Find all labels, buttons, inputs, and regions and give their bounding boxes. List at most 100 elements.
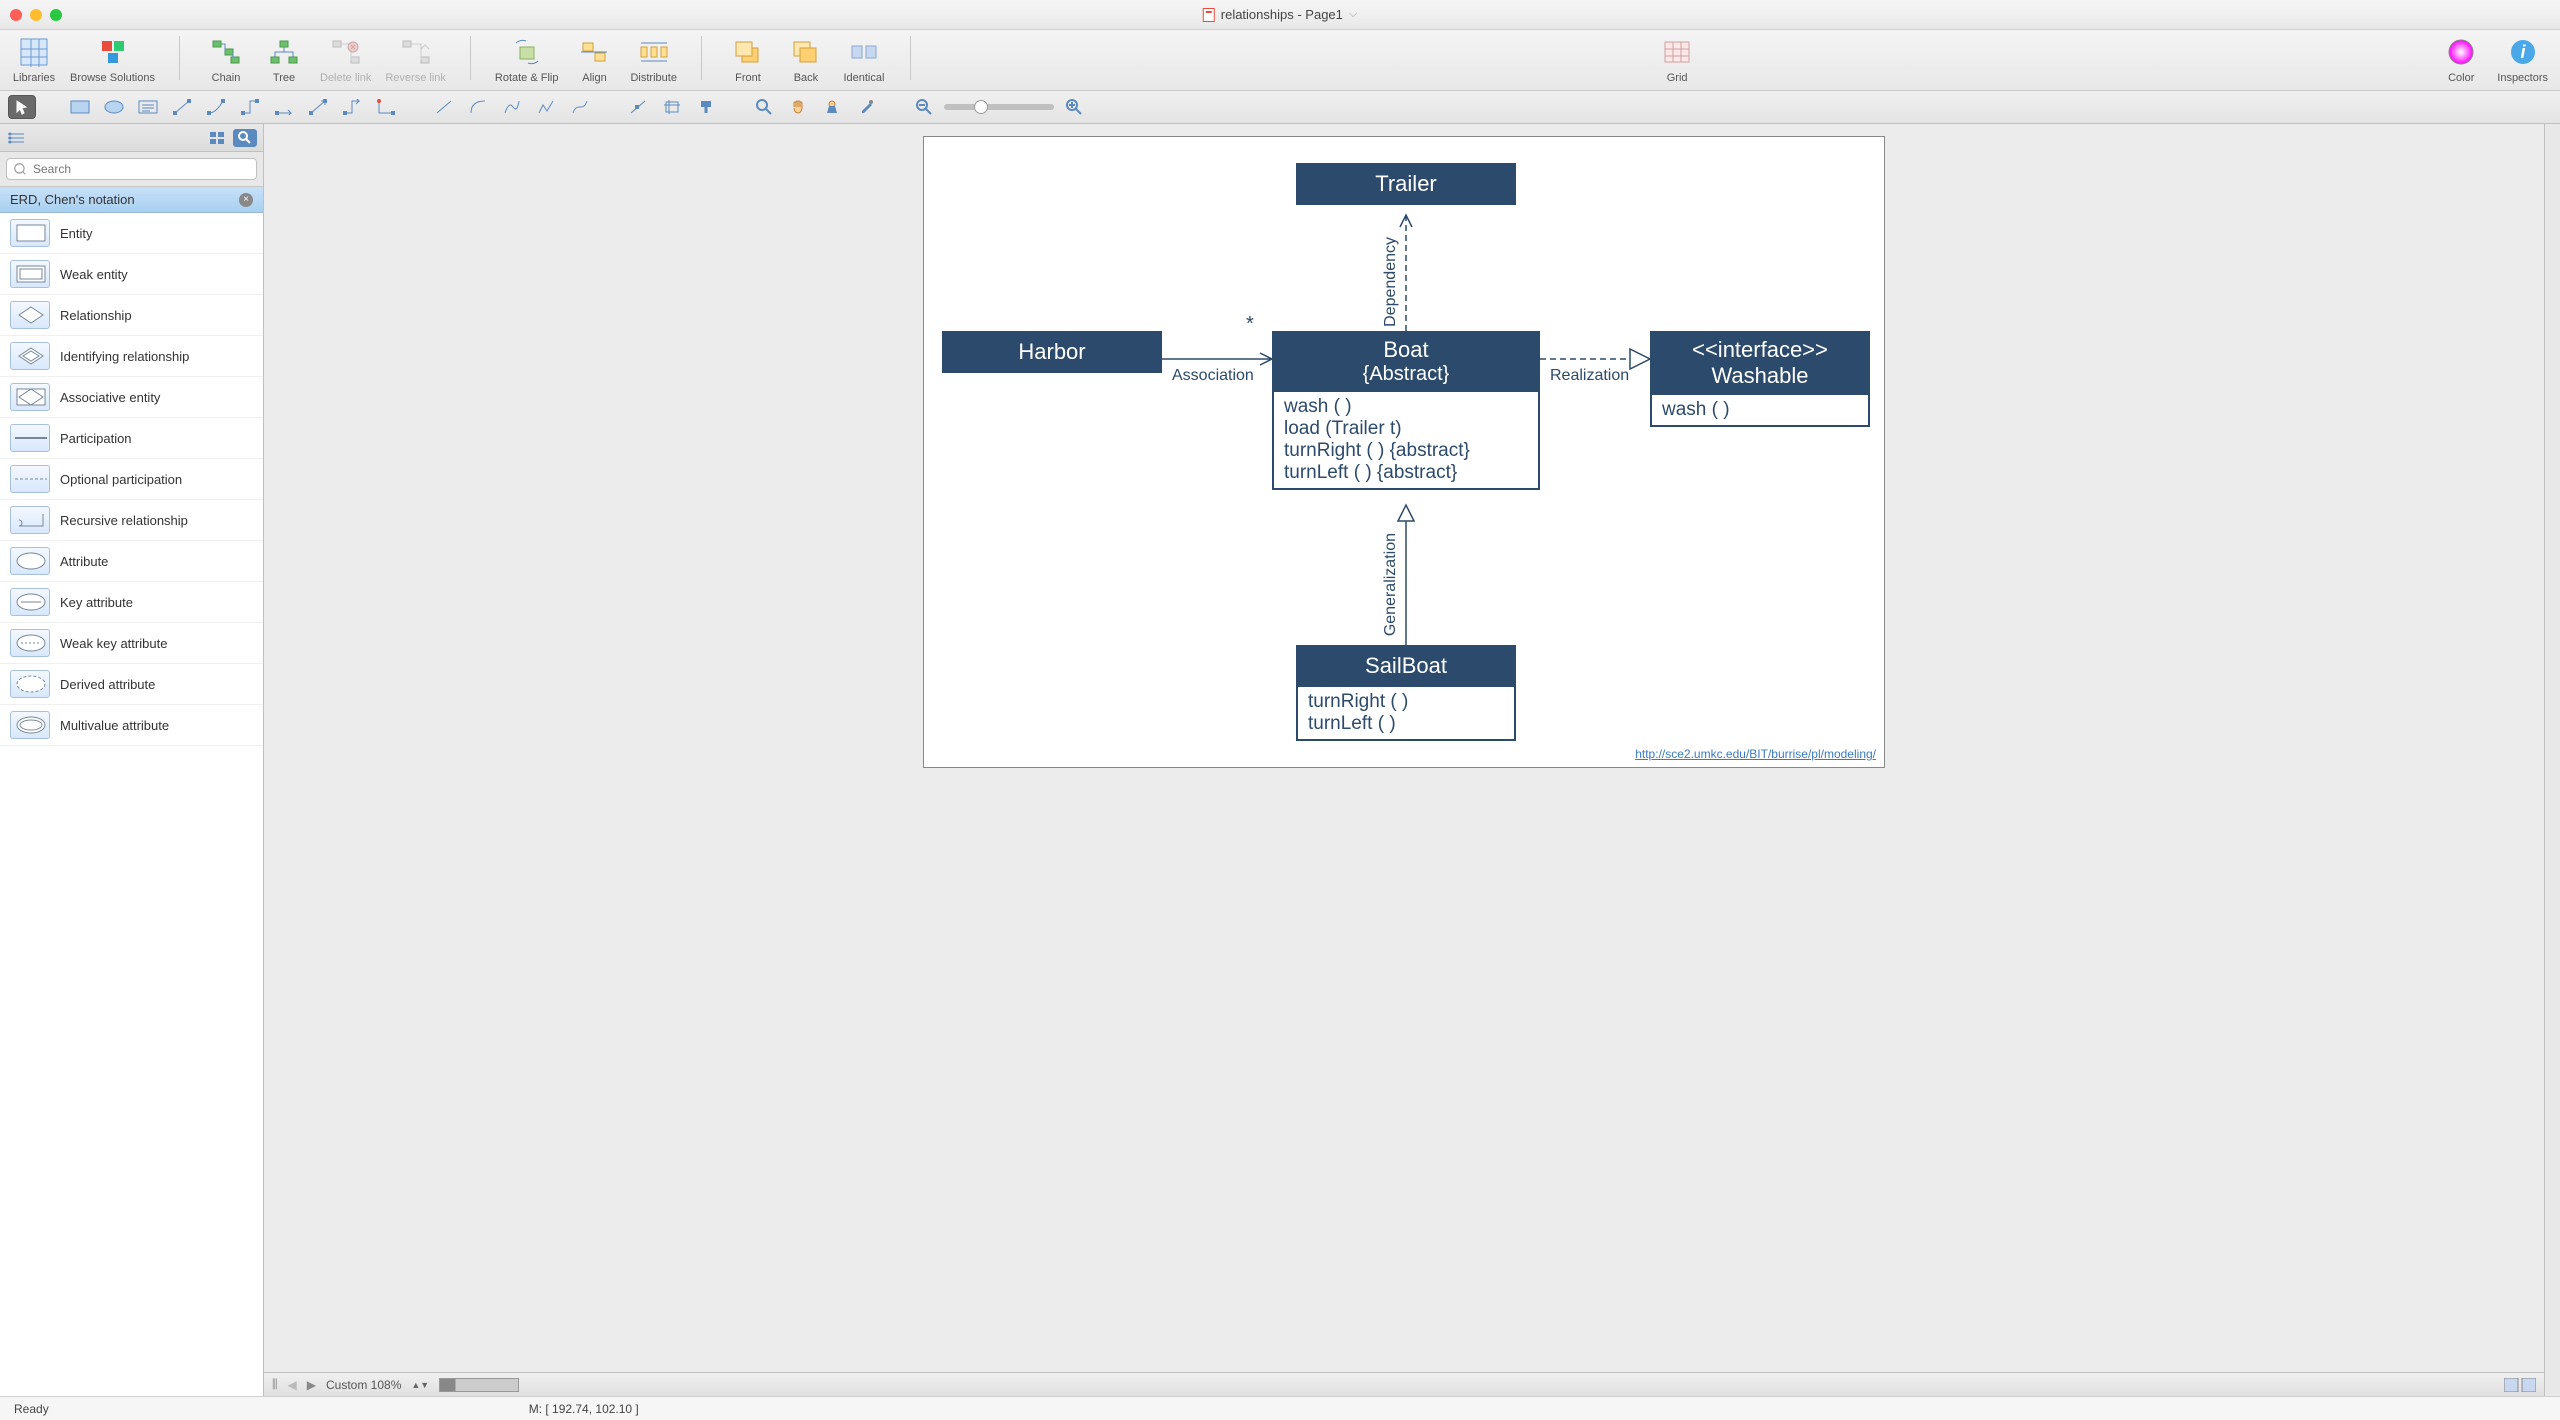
delete-link-button[interactable]: Delete link <box>320 36 371 84</box>
shape-item[interactable]: Key attribute <box>0 582 263 623</box>
source-link[interactable]: http://sce2.umkc.edu/BIT/burrise/pl/mode… <box>1635 747 1876 761</box>
category-name: ERD, Chen's notation <box>10 192 135 207</box>
bottom-bar: ⫼ ◀ ▶ Custom 108% ▲▼ <box>264 1372 2544 1396</box>
connector-6-tool[interactable] <box>338 95 366 119</box>
align-button[interactable]: Align <box>572 36 616 84</box>
tree-button[interactable]: Tree <box>262 36 306 84</box>
edit-points-tool[interactable] <box>624 95 652 119</box>
uml-boat[interactable]: Boat {Abstract} wash ( )load (Trailer t)… <box>1272 331 1540 490</box>
front-button[interactable]: Front <box>726 36 770 84</box>
zoom-out-button[interactable] <box>910 95 938 119</box>
uml-washable[interactable]: <<interface>> Washable wash ( ) <box>1650 331 1870 427</box>
sidebar-list-icon[interactable] <box>6 129 26 147</box>
category-close-icon[interactable]: × <box>239 193 253 207</box>
zoom-dropdown-icon[interactable]: ▲▼ <box>411 1380 429 1390</box>
uml-harbor[interactable]: Harbor <box>942 331 1162 373</box>
shape-item[interactable]: Recursive relationship <box>0 500 263 541</box>
connector-2-tool[interactable] <box>202 95 230 119</box>
distribute-label: Distribute <box>630 72 676 84</box>
connector-5-tool[interactable] <box>304 95 332 119</box>
window-close-button[interactable] <box>10 9 22 21</box>
back-button[interactable]: Back <box>784 36 828 84</box>
shape-label: Relationship <box>60 308 132 323</box>
window-minimize-button[interactable] <box>30 9 42 21</box>
libraries-button[interactable]: Libraries <box>12 36 56 84</box>
shape-item[interactable]: Derived attribute <box>0 664 263 705</box>
shape-item[interactable]: Participation <box>0 418 263 459</box>
eyedropper-tool[interactable] <box>852 95 880 119</box>
vertical-scrollbar[interactable] <box>2544 124 2560 1396</box>
sidebar-search-icon[interactable] <box>233 129 257 147</box>
zoom-label[interactable]: Custom 108% <box>326 1378 401 1392</box>
shape-thumb-icon <box>10 629 50 657</box>
shape-item[interactable]: Entity <box>0 213 263 254</box>
shape-label: Identifying relationship <box>60 349 189 364</box>
canvas[interactable]: Trailer Harbor Boat {Abstract} wash ( )l… <box>923 136 1885 768</box>
zoom-tool[interactable] <box>750 95 778 119</box>
ellipse-tool[interactable] <box>100 95 128 119</box>
shape-thumb-icon <box>10 342 50 370</box>
shape-item[interactable]: Identifying relationship <box>0 336 263 377</box>
pointer-tool[interactable] <box>8 95 36 119</box>
zoom-in-button[interactable] <box>1060 95 1088 119</box>
grid-button[interactable]: Grid <box>1655 36 1699 84</box>
line-tool[interactable] <box>430 95 458 119</box>
snap-tool[interactable] <box>818 95 846 119</box>
color-label: Color <box>2448 72 2474 84</box>
rotate-flip-button[interactable]: Rotate & Flip <box>495 36 559 84</box>
shape-item[interactable]: Weak key attribute <box>0 623 263 664</box>
bezier-tool[interactable] <box>566 95 594 119</box>
text-tool[interactable] <box>134 95 162 119</box>
category-header[interactable]: ERD, Chen's notation × <box>0 187 263 213</box>
uml-washable-title: Washable <box>1662 363 1858 389</box>
chain-label: Chain <box>212 72 241 84</box>
chevron-down-icon[interactable]: ⌵ <box>1349 8 1357 21</box>
sidebar-grid-icon[interactable] <box>207 129 227 147</box>
inspectors-label: Inspectors <box>2497 72 2548 84</box>
crop-tool[interactable] <box>658 95 686 119</box>
connector-4-tool[interactable] <box>270 95 298 119</box>
shape-label: Multivalue attribute <box>60 718 169 733</box>
sidebar: ERD, Chen's notation × EntityWeak entity… <box>0 124 264 1396</box>
identical-button[interactable]: Identical <box>842 36 886 84</box>
reverse-link-button[interactable]: Reverse link <box>385 36 446 84</box>
shape-item[interactable]: Multivalue attribute <box>0 705 263 746</box>
document-icon <box>1203 8 1215 22</box>
spline-tool[interactable] <box>498 95 526 119</box>
view-mode-icon[interactable] <box>2504 1378 2536 1392</box>
inspectors-button[interactable]: i Inspectors <box>2497 36 2548 84</box>
window-maximize-button[interactable] <box>50 9 62 21</box>
shape-item[interactable]: Attribute <box>0 541 263 582</box>
search-input[interactable] <box>6 158 257 180</box>
page-next-icon[interactable]: ▶ <box>307 1378 316 1392</box>
shape-item[interactable]: Relationship <box>0 295 263 336</box>
arc-tool[interactable] <box>464 95 492 119</box>
secondary-toolbar <box>0 91 2560 124</box>
shape-item[interactable]: Weak entity <box>0 254 263 295</box>
connector-3-tool[interactable] <box>236 95 264 119</box>
rect-tool[interactable] <box>66 95 94 119</box>
page-prev-icon[interactable]: ◀ <box>288 1378 297 1392</box>
connector-1-tool[interactable] <box>168 95 196 119</box>
window-traffic-lights <box>10 9 62 21</box>
uml-sailboat[interactable]: SailBoat turnRight ( )turnLeft ( ) <box>1296 645 1516 741</box>
format-painter-tool[interactable] <box>692 95 720 119</box>
uml-trailer[interactable]: Trailer <box>1296 163 1516 205</box>
canvas-viewport[interactable]: Trailer Harbor Boat {Abstract} wash ( )l… <box>264 124 2544 1372</box>
shape-item[interactable]: Associative entity <box>0 377 263 418</box>
align-label: Align <box>582 72 606 84</box>
back-label: Back <box>794 72 818 84</box>
shape-item[interactable]: Optional participation <box>0 459 263 500</box>
distribute-button[interactable]: Distribute <box>630 36 676 84</box>
browse-solutions-button[interactable]: Browse Solutions <box>70 36 155 84</box>
color-button[interactable]: Color <box>2439 36 2483 84</box>
chain-button[interactable]: Chain <box>204 36 248 84</box>
hand-tool[interactable] <box>784 95 812 119</box>
shape-thumb-icon <box>10 670 50 698</box>
uml-boat-title: Boat <box>1284 337 1528 363</box>
polyline-tool[interactable] <box>532 95 560 119</box>
hscroll[interactable] <box>439 1378 519 1392</box>
zoom-slider[interactable] <box>944 104 1054 110</box>
pager-handle-icon[interactable]: ⫼ <box>272 1377 278 1392</box>
connector-7-tool[interactable] <box>372 95 400 119</box>
